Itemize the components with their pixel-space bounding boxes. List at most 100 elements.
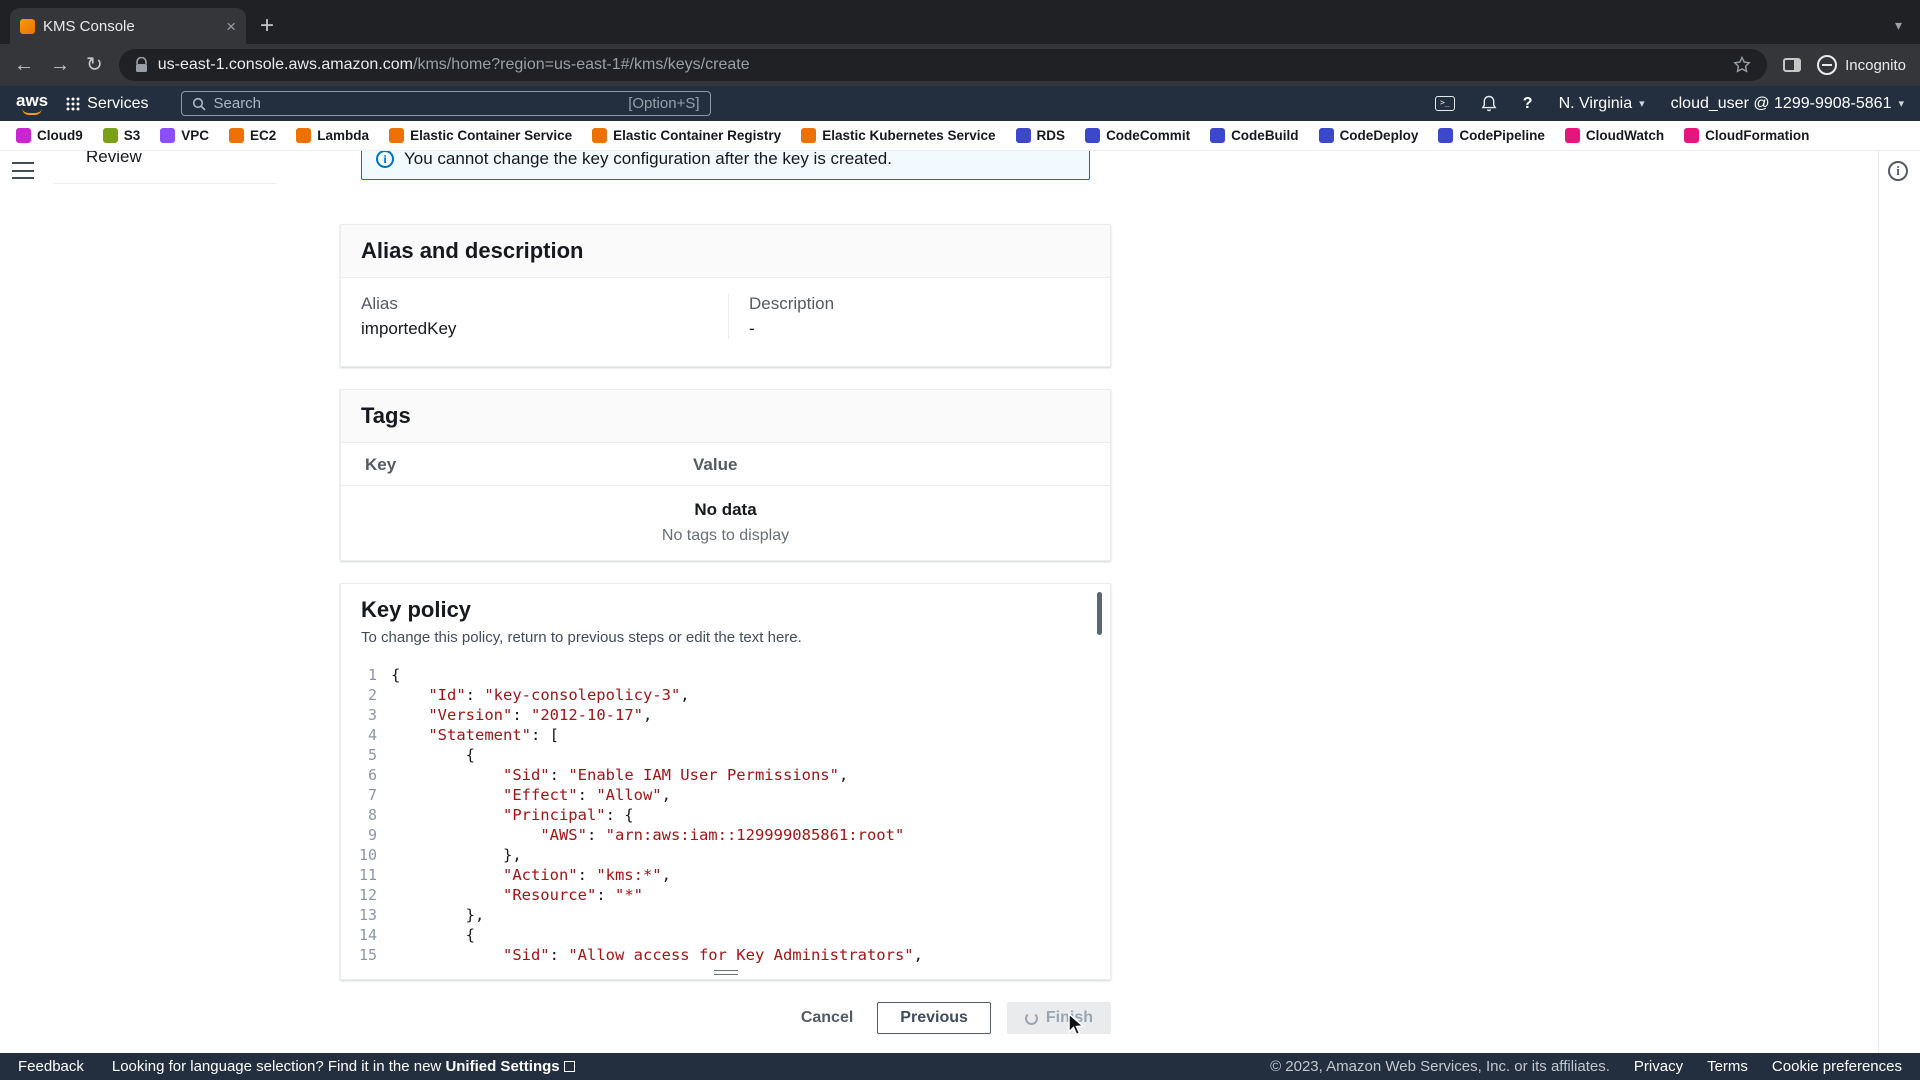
cookie-preferences-link[interactable]: Cookie preferences (1772, 1058, 1902, 1075)
terms-link[interactable]: Terms (1707, 1058, 1748, 1075)
line-number: 1 (341, 665, 385, 685)
policy-line: "AWS": "arn:aws:iam::129999085861:root" (391, 825, 923, 845)
reload-icon[interactable]: ↻ (86, 55, 103, 75)
line-number: 13 (341, 905, 385, 925)
card-header: Key policy To change this policy, return… (341, 584, 1110, 659)
description-value: - (749, 319, 1090, 339)
services-grid-icon (66, 97, 80, 111)
favorite-elastic-container-registry[interactable]: Elastic Container Registry (592, 128, 781, 143)
alert-text: You cannot change the key configuration … (404, 151, 892, 169)
editor-gutter: 123456789101112131415 (341, 665, 385, 974)
favorites-bar: Cloud9 S3 VPC EC2 Lambda Elastic Container Se… (0, 121, 1920, 151)
favorite-codedeploy[interactable]: CodeDeploy (1319, 128, 1419, 143)
divider (1878, 151, 1879, 1053)
service-icon (160, 128, 175, 143)
service-icon (296, 128, 311, 143)
feedback-link[interactable]: Feedback (18, 1058, 84, 1075)
service-icon (103, 128, 118, 143)
policy-line: { (391, 925, 923, 945)
description-column: Description - (728, 294, 1110, 339)
card-subtitle: To change this policy, return to previou… (361, 629, 1090, 646)
favorite-cloudformation[interactable]: CloudFormation (1684, 128, 1809, 143)
url-bar[interactable]: us-east-1.console.aws.amazon.com/kms/hom… (119, 49, 1767, 81)
favorite-ec2[interactable]: EC2 (229, 128, 276, 143)
info-icon: i (376, 151, 394, 168)
favorite-rds[interactable]: RDS (1016, 128, 1066, 143)
url-path: /kms/home?region=us-east-1#/kms/keys/cre… (413, 56, 750, 73)
line-number: 7 (341, 785, 385, 805)
wizard-actions: Cancel Previous Finish (340, 1002, 1111, 1034)
bookmark-star-icon[interactable] (1733, 56, 1751, 74)
help-icon[interactable]: ? (1523, 95, 1533, 113)
editor-resize-handle[interactable] (714, 970, 738, 975)
favorite-label: CloudWatch (1586, 128, 1664, 143)
line-number: 6 (341, 765, 385, 785)
notifications-bell-icon[interactable] (1481, 95, 1497, 112)
favorite-codebuild[interactable]: CodeBuild (1210, 128, 1299, 143)
policy-editor[interactable]: 123456789101112131415 { "Id": "key-conso… (341, 659, 1110, 974)
description-label: Description (749, 294, 1090, 314)
favorite-label: S3 (124, 128, 141, 143)
line-number: 4 (341, 725, 385, 745)
finish-button[interactable]: Finish (1007, 1002, 1111, 1034)
line-number: 12 (341, 885, 385, 905)
tags-card: Tags Key Value No data No tags to displa… (340, 389, 1111, 561)
service-icon (16, 128, 31, 143)
favorite-codecommit[interactable]: CodeCommit (1085, 128, 1190, 143)
favorite-codepipeline[interactable]: CodePipeline (1438, 128, 1545, 143)
line-number: 10 (341, 845, 385, 865)
cancel-button[interactable]: Cancel (793, 1003, 861, 1033)
privacy-link[interactable]: Privacy (1634, 1058, 1683, 1075)
browser-tab[interactable]: KMS Console × (10, 8, 246, 44)
browser-tab-strip: KMS Console × + ▾ (0, 0, 1920, 44)
forward-icon[interactable]: → (50, 55, 70, 75)
region-selector[interactable]: N. Virginia▾ (1559, 95, 1645, 113)
policy-line: "Sid": "Enable IAM User Permissions", (391, 765, 923, 785)
favorite-cloud9[interactable]: Cloud9 (16, 128, 83, 143)
tags-empty-state: No data No tags to display (341, 486, 1110, 567)
policy-line: "Sid": "Allow access for Key Administrat… (391, 945, 923, 965)
favorite-label: VPC (181, 128, 209, 143)
search-icon (192, 97, 206, 111)
favorite-cloudwatch[interactable]: CloudWatch (1565, 128, 1664, 143)
chevron-down-icon: ▾ (1639, 97, 1645, 110)
search-placeholder: Search (214, 95, 262, 112)
favorite-elastic-kubernetes-service[interactable]: Elastic Kubernetes Service (801, 128, 995, 143)
line-number: 5 (341, 745, 385, 765)
new-tab-button[interactable]: + (260, 14, 274, 38)
favorite-label: CodePipeline (1459, 128, 1545, 143)
service-icon (1016, 128, 1031, 143)
favorite-elastic-container-service[interactable]: Elastic Container Service (389, 128, 572, 143)
tab-close-icon[interactable]: × (226, 18, 236, 35)
line-number: 11 (341, 865, 385, 885)
previous-button[interactable]: Previous (877, 1002, 991, 1034)
editor-scrollbar-thumb[interactable] (1097, 592, 1102, 635)
unified-settings-link[interactable]: Unified Settings (445, 1058, 559, 1075)
chevron-down-icon[interactable]: ▾ (1895, 17, 1902, 34)
aws-logo[interactable]: aws (16, 92, 48, 115)
side-nav-toggle-icon[interactable] (12, 162, 34, 179)
console-footer: Feedback Looking for language selection?… (0, 1053, 1920, 1080)
favorite-label: Elastic Container Registry (613, 128, 781, 143)
account-menu[interactable]: cloud_user @ 1299-9908-5861▾ (1671, 95, 1904, 113)
service-icon (1085, 128, 1100, 143)
favorite-label: CodeBuild (1231, 128, 1299, 143)
back-icon[interactable]: ← (14, 55, 34, 75)
help-panel-toggle-icon[interactable]: i (1888, 161, 1908, 181)
service-icon (389, 128, 404, 143)
line-number: 2 (341, 685, 385, 705)
policy-line: "Effect": "Allow", (391, 785, 923, 805)
side-panel-icon[interactable] (1783, 58, 1801, 72)
cloudshell-icon[interactable]: >_ (1435, 96, 1455, 111)
console-search-input[interactable]: Search [Option+S] (181, 91, 711, 116)
kms-favicon-icon (20, 19, 35, 34)
services-menu[interactable]: Services (66, 95, 148, 113)
favorite-label: Lambda (317, 128, 369, 143)
wizard-step-review[interactable]: Review (86, 151, 142, 167)
favorite-s3[interactable]: S3 (103, 128, 141, 143)
alias-label: Alias (361, 294, 708, 314)
card-header: Alias and description (341, 225, 1110, 278)
favorite-lambda[interactable]: Lambda (296, 128, 369, 143)
policy-line: }, (391, 905, 923, 925)
favorite-vpc[interactable]: VPC (160, 128, 209, 143)
